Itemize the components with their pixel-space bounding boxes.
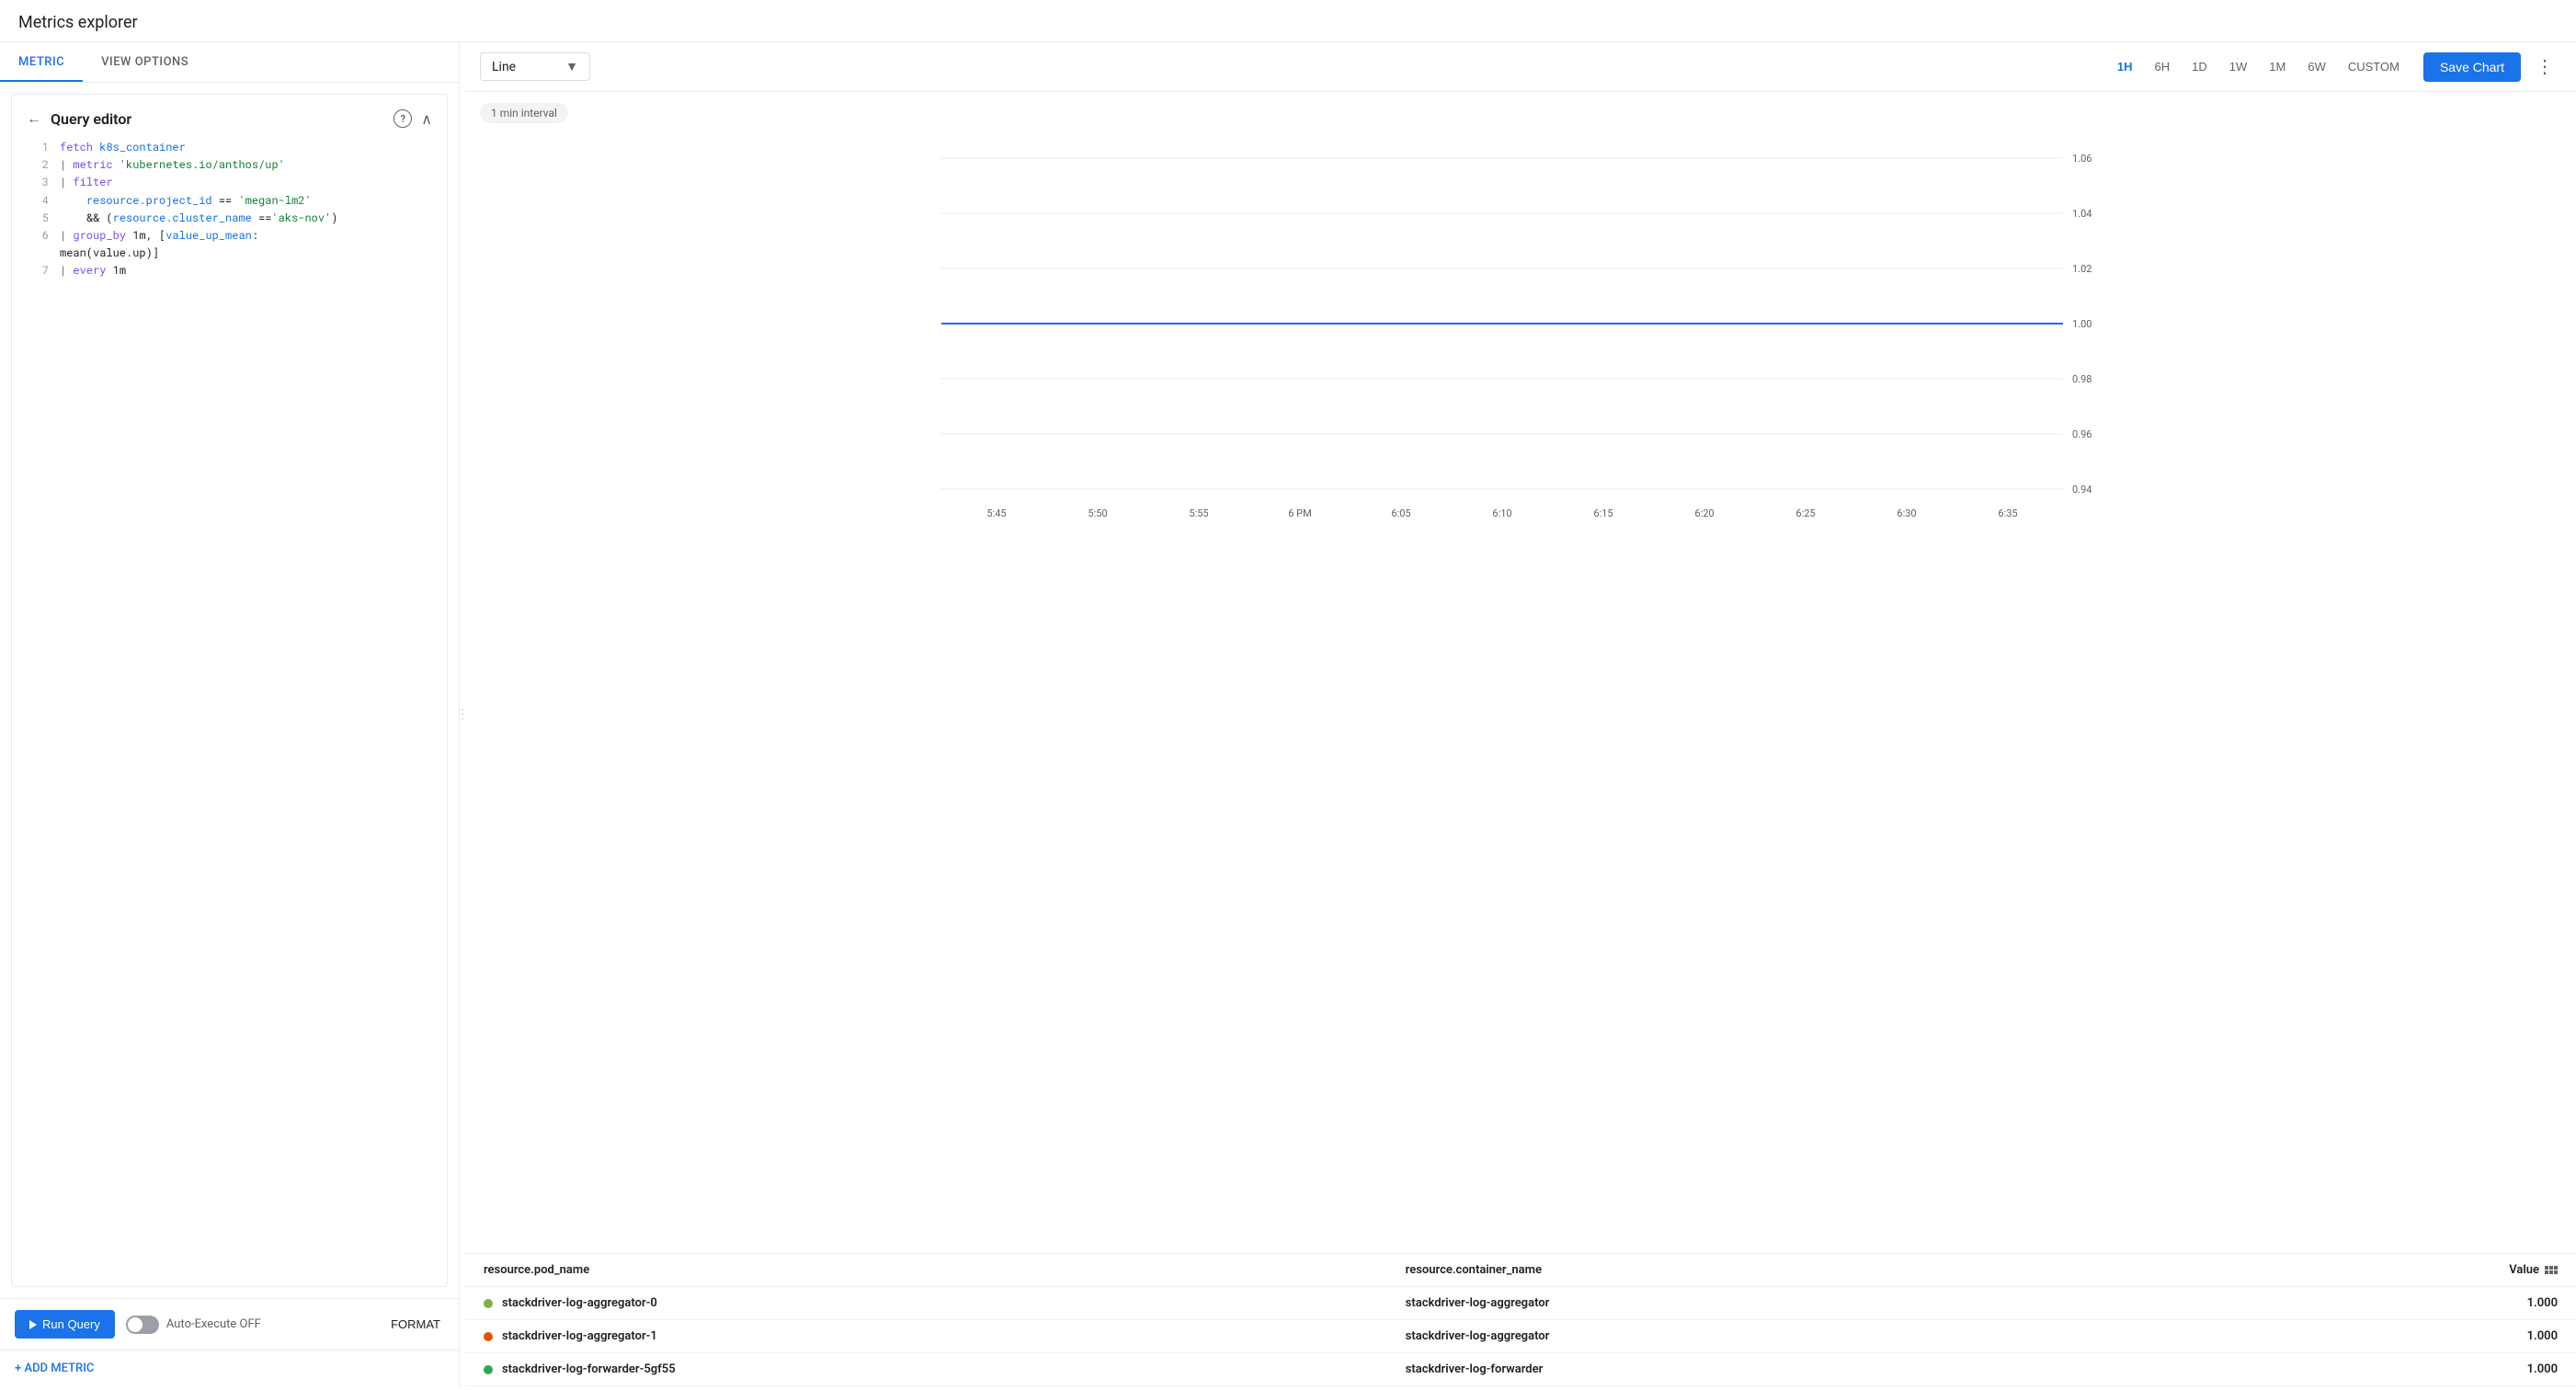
bottom-bar: Run Query Auto-Execute OFF FORMAT bbox=[0, 1298, 459, 1350]
row-value: 1.000 bbox=[2527, 1296, 2558, 1310]
tab-metric[interactable]: METRIC bbox=[0, 42, 83, 82]
save-chart-button[interactable]: Save Chart bbox=[2423, 52, 2521, 82]
add-metric-bar[interactable]: + ADD METRIC bbox=[0, 1350, 459, 1386]
table-row: stackdriver-log-aggregator-1 stackdriver… bbox=[465, 1320, 2576, 1353]
tab-view-options[interactable]: VIEW OPTIONS bbox=[83, 42, 207, 82]
svg-text:6 PM: 6 PM bbox=[1288, 507, 1311, 519]
app-title: Metrics explorer bbox=[18, 13, 2558, 32]
pod-name: stackdriver-log-aggregator-0 bbox=[502, 1296, 657, 1310]
time-btn-1w[interactable]: 1W bbox=[2220, 54, 2257, 79]
row-dot bbox=[484, 1365, 493, 1374]
main-layout: METRIC VIEW OPTIONS ← Query editor ? ∧ 1… bbox=[0, 42, 2576, 1386]
dropdown-arrow-icon: ▼ bbox=[565, 59, 578, 74]
svg-text:0.96: 0.96 bbox=[2072, 428, 2092, 440]
right-panel: Line ▼ 1H 6H 1D 1W 1M 6W CUSTOM Save Cha… bbox=[465, 42, 2576, 1386]
back-button[interactable]: ← bbox=[27, 109, 41, 128]
query-editor-panel: ← Query editor ? ∧ 1 fetch k8s_container… bbox=[11, 94, 448, 1287]
svg-text:1.04: 1.04 bbox=[2072, 208, 2092, 220]
svg-text:6:20: 6:20 bbox=[1694, 507, 1714, 519]
svg-text:5:50: 5:50 bbox=[1088, 507, 1107, 519]
toggle-container: Auto-Execute OFF bbox=[126, 1316, 261, 1334]
chart-svg-container: 1.06 1.04 1.02 1.00 0.98 0.96 0.94 5:45 … bbox=[480, 131, 2561, 530]
svg-text:6:15: 6:15 bbox=[1593, 507, 1613, 519]
add-metric-label: + ADD METRIC bbox=[15, 1362, 94, 1375]
left-panel: METRIC VIEW OPTIONS ← Query editor ? ∧ 1… bbox=[0, 42, 460, 1386]
container-name: stackdriver-log-aggregator bbox=[1406, 1296, 1550, 1310]
auto-execute-toggle[interactable] bbox=[126, 1316, 159, 1334]
play-icon bbox=[29, 1320, 37, 1329]
chart-toolbar: Line ▼ 1H 6H 1D 1W 1M 6W CUSTOM Save Cha… bbox=[465, 42, 2576, 92]
svg-text:0.98: 0.98 bbox=[2072, 373, 2092, 385]
svg-text:6:25: 6:25 bbox=[1795, 507, 1815, 519]
chart-area: 1 min interval 1.06 1.04 1.02 1.00 bbox=[465, 92, 2576, 1253]
auto-execute-label: Auto-Execute OFF bbox=[166, 1317, 261, 1331]
col-header-container: resource.container_name bbox=[1406, 1263, 2328, 1277]
pod-name: stackdriver-log-forwarder-5gf55 bbox=[502, 1362, 676, 1376]
chart-type-select[interactable]: Line ▼ bbox=[480, 52, 590, 81]
svg-text:0.94: 0.94 bbox=[2072, 484, 2092, 496]
time-btn-6w[interactable]: 6W bbox=[2298, 54, 2335, 79]
time-range-group: 1H 6H 1D 1W 1M 6W CUSTOM bbox=[2108, 54, 2409, 79]
data-table: resource.pod_name resource.container_nam… bbox=[465, 1253, 2576, 1386]
col-header-pod: resource.pod_name bbox=[484, 1263, 1406, 1277]
container-name: stackdriver-log-aggregator bbox=[1406, 1329, 1550, 1343]
row-value: 1.000 bbox=[2527, 1329, 2558, 1343]
time-btn-6h[interactable]: 6H bbox=[2146, 54, 2180, 79]
grid-icon[interactable] bbox=[2545, 1266, 2558, 1274]
time-btn-1m[interactable]: 1M bbox=[2260, 54, 2295, 79]
query-editor-header: ← Query editor ? ∧ bbox=[27, 109, 432, 128]
code-block: 1 fetch k8s_container 2 | metric 'kubern… bbox=[27, 139, 432, 280]
row-dot bbox=[484, 1332, 493, 1341]
time-btn-1h[interactable]: 1H bbox=[2108, 54, 2142, 79]
row-dot bbox=[484, 1299, 493, 1308]
svg-text:1.02: 1.02 bbox=[2072, 263, 2092, 275]
app-header: Metrics explorer bbox=[0, 0, 2576, 42]
svg-text:6:10: 6:10 bbox=[1492, 507, 1511, 519]
table-row: stackdriver-log-aggregator-0 stackdriver… bbox=[465, 1287, 2576, 1320]
table-row: stackdriver-log-forwarder-5gf55 stackdri… bbox=[465, 1353, 2576, 1386]
svg-text:1.00: 1.00 bbox=[2072, 318, 2092, 330]
interval-badge: 1 min interval bbox=[480, 103, 568, 123]
chart-type-value: Line bbox=[492, 60, 516, 74]
collapse-icon[interactable]: ∧ bbox=[421, 110, 432, 128]
pod-name: stackdriver-log-aggregator-1 bbox=[502, 1329, 657, 1343]
table-header: resource.pod_name resource.container_nam… bbox=[465, 1254, 2576, 1287]
help-icon[interactable]: ? bbox=[393, 109, 412, 128]
tab-bar: METRIC VIEW OPTIONS bbox=[0, 42, 459, 83]
svg-text:5:55: 5:55 bbox=[1189, 507, 1208, 519]
svg-text:6:30: 6:30 bbox=[1897, 507, 1916, 519]
svg-text:5:45: 5:45 bbox=[986, 507, 1006, 519]
more-options-button[interactable]: ⋮ bbox=[2528, 51, 2561, 82]
time-btn-custom[interactable]: CUSTOM bbox=[2339, 54, 2409, 79]
query-editor-title: Query editor bbox=[51, 110, 393, 128]
run-query-button[interactable]: Run Query bbox=[15, 1310, 115, 1339]
svg-text:6:35: 6:35 bbox=[1998, 507, 2017, 519]
row-value: 1.000 bbox=[2527, 1362, 2558, 1376]
format-button[interactable]: FORMAT bbox=[387, 1310, 444, 1339]
container-name: stackdriver-log-forwarder bbox=[1406, 1362, 1544, 1376]
time-btn-1d[interactable]: 1D bbox=[2183, 54, 2217, 79]
svg-text:1.06: 1.06 bbox=[2072, 153, 2092, 165]
svg-text:6:05: 6:05 bbox=[1391, 507, 1410, 519]
col-header-value: Value bbox=[2327, 1263, 2558, 1277]
